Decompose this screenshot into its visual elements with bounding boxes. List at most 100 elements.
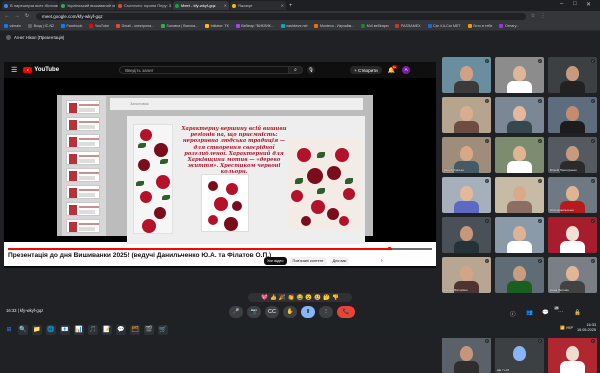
video-player[interactable]: Заголовок Характерну вершину всій вишиви… [4,78,436,268]
chip-related[interactable]: Пов'язані контент [289,257,327,265]
language-indicator[interactable]: УКР [566,326,573,330]
people-icon[interactable]: 👥 [526,310,533,316]
more-options-button[interactable]: ⋮ [319,306,333,318]
voice-search-icon[interactable]: 🎙 [307,66,316,74]
participant-tile[interactable]: ⁄ Ірина Петрова [548,257,597,293]
present-button[interactable]: ⬆ [301,306,315,318]
host-controls-icon[interactable]: 🔒 [574,310,581,316]
browser-tab[interactable]: Meet - kfy-wkyf-gqz ✕ [173,1,229,10]
new-tab-button[interactable]: + [289,3,293,9]
chip-all[interactable]: Усе відео [264,257,287,265]
participant-tile[interactable]: ⁄ [495,57,544,93]
participant-tile[interactable]: ⁄ [548,97,597,133]
browser-tab[interactable]: В нарешпуза всех Житомирси✕ [2,1,58,10]
reaction-emoji-icon[interactable]: 👎 [332,295,339,301]
bookmark-item[interactable]: Отнагу... [499,23,519,28]
reload-icon[interactable]: ↻ [24,13,30,19]
participant-tile[interactable]: ⁄ [495,137,544,173]
participant-tile[interactable]: ⁄ [495,97,544,133]
taskbar-app-icon[interactable]: 📊 [74,325,84,335]
leave-call-button[interactable]: 📞 [337,306,355,318]
participant-tile[interactable]: ⁄ Віталій Приходченко [548,137,597,173]
bookmark-item[interactable]: YouTube [89,23,109,28]
slide-thumbnail[interactable] [66,100,100,114]
close-window-button[interactable]: ✕ [586,1,591,8]
menu-icon[interactable]: ☰ [11,66,17,74]
taskbar-app-icon[interactable]: 🎵 [88,325,98,335]
participant-tile[interactable]: ⁄ Ще 7 осіб [495,337,544,373]
slide-thumbnail[interactable] [66,185,100,199]
reaction-emoji-icon[interactable]: 😢 [314,295,321,301]
bookmark-item[interactable]: Car 4 A-Car MET [427,23,461,28]
bookmark-item[interactable]: vdmain [4,23,21,28]
tab-close-icon[interactable]: ✕ [224,3,227,8]
taskbar-app-icon[interactable]: 📧 [60,325,70,335]
reaction-emoji-icon[interactable]: 👍 [270,295,277,301]
taskbar-app-icon[interactable]: 💬 [116,325,126,335]
participant-tile[interactable]: ⁄ [548,217,597,253]
youtube-search-input[interactable]: Введіть запит [119,66,290,74]
slide-thumbnail[interactable] [66,219,100,233]
taskbar-app-icon[interactable]: 🔍 [18,325,28,335]
account-avatar[interactable]: А [402,66,411,74]
reaction-emoji-icon[interactable]: 🎉 [279,295,286,301]
wifi-icon[interactable]: 📶 [560,325,565,330]
participant-tile[interactable]: ⁄ [442,177,491,213]
chips-next-icon[interactable]: › [381,258,383,264]
clock[interactable]: 16:33 16.05.2025 [577,323,596,332]
reaction-emoji-icon[interactable]: 😮 [305,295,312,301]
youtube-logo[interactable]: YouTube [23,67,59,73]
extensions-icon[interactable]: ⋮ [540,13,546,19]
participant-tile[interactable]: ⁄ Ліна Зубовська [442,137,491,173]
back-icon[interactable]: ← [4,13,10,19]
bookmark-item[interactable]: Лото в тебе [467,23,492,28]
maximize-button[interactable]: □ [573,1,577,7]
bookmark-item[interactable]: Головна | Всеосв... [161,23,198,28]
raise-hand-button[interactable]: ✋ [283,306,297,318]
bookmark-item[interactable]: Мої вебінари [361,23,388,28]
participant-tile[interactable]: ⁄ [495,217,544,253]
reaction-emoji-icon[interactable]: 👏 [288,295,295,301]
url-input[interactable]: meet.google.com/kfy-wkyf-gqz [36,12,526,20]
participant-tile[interactable]: ⁄ [442,97,491,133]
slide-thumbnail[interactable] [66,151,100,165]
taskbar-app-icon[interactable]: 🗂 [130,325,140,335]
browser-tab[interactable]: Український вишиваний мереж✕ [59,1,115,10]
bookmark-item[interactable]: Вход | IC-N2 [28,23,54,28]
participant-tile[interactable]: ⁄ Оксана Вікторівна [442,257,491,293]
bookmark-star-icon[interactable]: ☆ [530,13,536,19]
bookmark-item[interactable]: PASSAMEX [395,23,421,28]
bookmark-item[interactable]: Gmail - электрона... [115,23,154,28]
taskbar-app-icon[interactable]: 🌐 [46,325,56,335]
bookmark-item[interactable]: Initiator: ТК [205,23,229,28]
search-icon[interactable]: ⌕ [289,66,304,74]
reaction-emoji-icon[interactable]: 🤔 [323,295,330,301]
activities-icon[interactable]: ⋯ [558,310,564,316]
participant-tile[interactable]: ⁄ [442,57,491,93]
meeting-info-icon[interactable]: ⓘ [510,310,516,318]
taskbar-app-icon[interactable]: 🛒 [158,325,168,335]
chat-icon[interactable]: 💬 [542,310,549,316]
bookmark-item[interactable]: Вебінар "ВИКЛИК... [235,23,274,28]
browser-tab[interactable]: Яжоюрт ✕ [230,1,286,10]
taskbar-app-icon[interactable]: 🎬 [144,325,154,335]
participant-tile[interactable]: ⁄ [495,177,544,213]
reaction-emoji-icon[interactable]: 😂 [297,295,304,301]
create-button[interactable]: + Створити [350,66,382,74]
taskbar-app-icon[interactable]: ⊞ [4,325,14,335]
bookmark-item[interactable]: Facebook [61,23,82,28]
minimize-button[interactable]: – [560,1,563,7]
participant-tile[interactable]: ⁄ Юлія Данильченко [548,177,597,213]
camera-button[interactable]: 📷 [247,306,261,318]
bookmark-item[interactable]: Monteco - Изучайм... [314,23,354,28]
participant-tile[interactable]: ⁄ [548,57,597,93]
captions-button[interactable]: CC [265,306,279,318]
microphone-button[interactable]: 🎤 [229,306,243,318]
slide-thumbnail[interactable] [66,134,100,148]
slide-thumbnail[interactable] [66,168,100,182]
participant-tile[interactable]: ⁄ [442,217,491,253]
participant-tile[interactable]: ⁄ [495,257,544,293]
bookmark-item[interactable]: vashkeve.net [280,23,307,28]
taskbar-app-icon[interactable]: 📝 [102,325,112,335]
browser-tab[interactable]: Съегляти: горини Перу: 3 хол✕ [116,1,172,10]
